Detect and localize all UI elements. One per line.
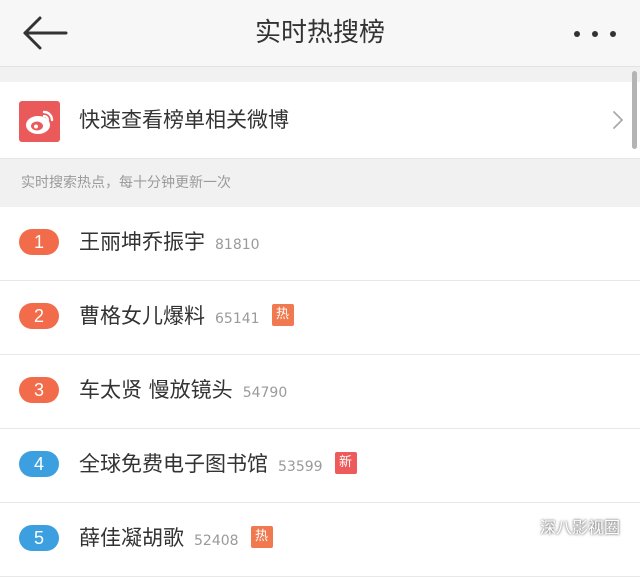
search-count: 54790 [242, 385, 288, 401]
list-item[interactable]: 4 全球免费电子图书馆 53599 新 [0, 429, 640, 503]
hot-tag: 热 [271, 304, 294, 326]
search-count: 53599 [278, 459, 323, 475]
search-count: 81810 [215, 237, 260, 253]
more-options-button[interactable] [570, 18, 620, 48]
item-title-line: 全球免费电子图书馆 53599 新 [79, 429, 357, 502]
rank-badge: 1 [19, 229, 59, 255]
watermark-text: 深八影视圈 [539, 518, 620, 537]
more-horizontal-icon [574, 31, 580, 37]
item-title: 王丽坤乔振宇 [79, 230, 205, 254]
rank-badge: 3 [19, 377, 59, 403]
page-title: 实时热搜榜 [254, 18, 385, 48]
wechat-icon [506, 518, 533, 539]
item-title-line: 薛佳凝胡歌 52408 热 [79, 503, 273, 576]
spacer [0, 67, 640, 82]
item-title: 车太贤 慢放镜头 [79, 378, 233, 402]
item-title: 薛佳凝胡歌 [79, 526, 184, 550]
chevron-right-icon [613, 111, 623, 129]
top-bar: 实时热搜榜 [0, 0, 640, 67]
item-title-line: 曹格女儿爆料 65141 热 [79, 281, 294, 354]
weibo-logo-icon [19, 101, 60, 142]
rank-badge: 2 [19, 303, 59, 329]
list-item[interactable]: 1 王丽坤乔振宇 81810 [0, 207, 640, 281]
hot-tag: 热 [250, 526, 273, 548]
section-title: 实时搜索热点，每十分钟更新一次 [21, 175, 231, 191]
item-title: 曹格女儿爆料 [79, 304, 205, 328]
more-horizontal-icon [610, 31, 616, 37]
list-item[interactable]: 2 曹格女儿爆料 65141 热 [0, 281, 640, 355]
new-tag: 新 [334, 452, 357, 474]
watermark: 深八影视圈 [506, 513, 620, 543]
rank-badge: 4 [19, 451, 59, 477]
weibo-link-label: 快速查看榜单相关微博 [79, 108, 289, 132]
scrollbar[interactable] [632, 71, 637, 149]
list-item[interactable]: 3 车太贤 慢放镜头 54790 [0, 355, 640, 429]
item-title-line: 王丽坤乔振宇 81810 [79, 207, 260, 280]
section-header: 实时搜索热点，每十分钟更新一次 [0, 158, 640, 207]
more-horizontal-icon [592, 31, 598, 37]
rank-badge: 5 [19, 525, 59, 551]
search-count: 52408 [194, 533, 239, 549]
view-related-weibo-link[interactable]: 快速查看榜单相关微博 [0, 82, 640, 158]
item-title-line: 车太贤 慢放镜头 54790 [79, 355, 287, 428]
item-title: 全球免费电子图书馆 [79, 452, 268, 476]
search-count: 65141 [215, 311, 260, 327]
